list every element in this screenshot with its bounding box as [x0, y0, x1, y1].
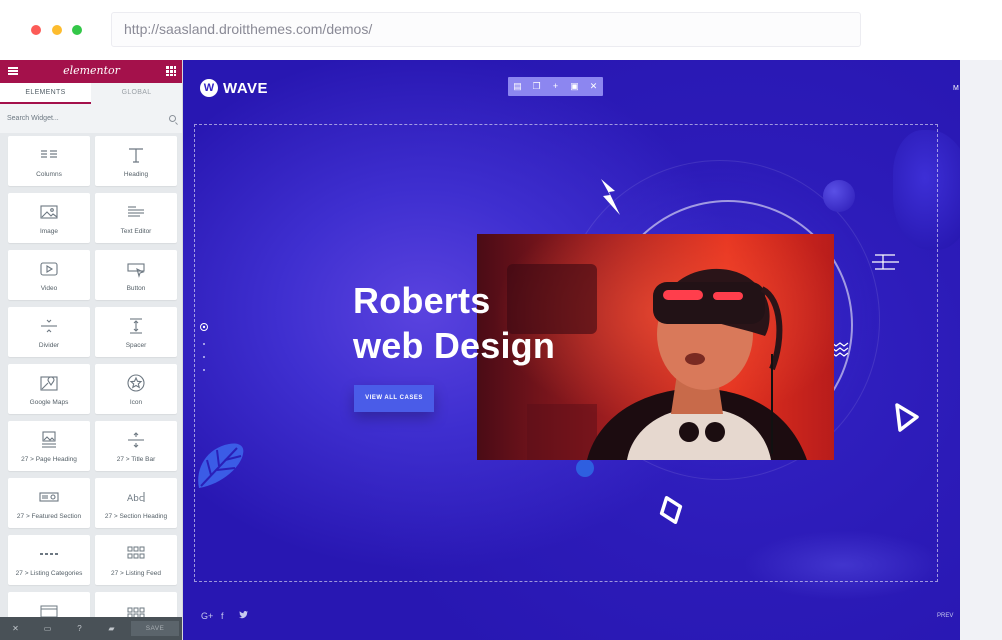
- widget-label: Divider: [38, 342, 60, 349]
- duplicate-icon[interactable]: ❐: [527, 77, 546, 96]
- divider-icon: [41, 319, 57, 333]
- widget-listing-categories[interactable]: 27 > Listing Categories: [8, 535, 90, 585]
- close-icon[interactable]: ✕: [584, 77, 603, 96]
- search-icon: [169, 115, 176, 122]
- prev-link[interactable]: PREV: [937, 613, 953, 619]
- widget-heading[interactable]: Heading: [95, 136, 177, 186]
- page-heading-icon: [42, 431, 56, 448]
- columns-icon: [41, 150, 57, 158]
- widget-label: Video: [40, 285, 58, 292]
- widget-label: Google Maps: [29, 399, 69, 406]
- save-button[interactable]: SAVE: [131, 621, 179, 636]
- section-heading-icon: Abc: [127, 492, 145, 504]
- widget-label: Text Editor: [120, 228, 152, 235]
- widget-page-heading[interactable]: 27 > Page Heading: [8, 421, 90, 471]
- widget-label: 27 > Page Heading: [21, 456, 77, 463]
- close-icon[interactable]: ✕: [11, 624, 20, 633]
- hero-headline: Roberts web Design: [353, 278, 555, 368]
- listing-feed-icon: [127, 546, 145, 559]
- widget-divider[interactable]: Divider: [8, 307, 90, 357]
- spacer-icon: [130, 318, 142, 334]
- heading-icon: [129, 148, 143, 163]
- widget-label: 27 > Title Bar: [116, 456, 156, 463]
- grid-icon[interactable]: [166, 66, 176, 76]
- widget-spacer[interactable]: Spacer: [95, 307, 177, 357]
- widget-label: 27 > Featured Section: [16, 513, 82, 520]
- widget-button[interactable]: Button: [95, 250, 177, 300]
- responsive-icon[interactable]: ▭: [43, 624, 52, 633]
- panel-header: elementor: [0, 60, 182, 83]
- structure-icon[interactable]: ▤: [508, 77, 527, 96]
- widget-video[interactable]: Video: [8, 250, 90, 300]
- panel-tabs: ELEMENTS GLOBAL: [0, 83, 182, 104]
- star-icon: [127, 374, 145, 392]
- hero-headline-line2: web Design: [353, 325, 556, 366]
- widget-label: Image: [39, 228, 59, 235]
- widget-icon[interactable]: Icon: [95, 364, 177, 414]
- google-plus-icon[interactable]: G+: [201, 611, 213, 621]
- browser-window: http://saasland.droitthemes.com/demos/ e…: [0, 0, 1002, 640]
- site-logo-mark[interactable]: W: [200, 79, 218, 97]
- widget-label: Heading: [123, 171, 149, 178]
- save-icon[interactable]: ▣: [565, 77, 584, 96]
- add-icon[interactable]: +: [546, 77, 565, 96]
- widget-listing-feed[interactable]: 27 > Listing Feed: [95, 535, 177, 585]
- close-window-dot[interactable]: [31, 25, 41, 35]
- widget-label: 27 > Section Heading: [104, 513, 168, 520]
- widget-label: Icon: [129, 399, 143, 406]
- title-bar-icon: [128, 432, 144, 448]
- widget-featured-section[interactable]: 27 > Featured Section: [8, 478, 90, 528]
- section-toolbar: ▤ ❐ + ▣ ✕: [508, 77, 603, 96]
- site-logo-text[interactable]: WAVE: [223, 80, 268, 97]
- view-all-cases-button[interactable]: VIEW ALL CASES: [354, 385, 434, 412]
- search-input[interactable]: Search Widget...: [7, 115, 59, 122]
- widget-label: 27 > Listing Categories: [15, 570, 83, 577]
- widget-google-maps[interactable]: Google Maps: [8, 364, 90, 414]
- video-icon: [40, 262, 58, 276]
- button-icon: [127, 263, 145, 278]
- facebook-icon[interactable]: f: [221, 611, 224, 621]
- map-icon: [40, 376, 58, 391]
- address-bar[interactable]: http://saasland.droitthemes.com/demos/: [111, 12, 861, 47]
- widget-label: 27 > Listing Feed: [110, 570, 162, 577]
- folder-icon[interactable]: ▰: [107, 624, 116, 633]
- widget-text-editor[interactable]: Text Editor: [95, 193, 177, 243]
- widget-section-heading[interactable]: Abc 27 > Section Heading: [95, 478, 177, 528]
- elementor-logo: elementor: [63, 64, 120, 77]
- widget-search[interactable]: Search Widget...: [0, 104, 182, 133]
- panel-footer: ✕ ▭ ? ▰ SAVE: [0, 617, 182, 640]
- featured-section-icon: [39, 492, 59, 502]
- widget-label: Spacer: [125, 342, 147, 349]
- elementor-panel: elementor ELEMENTS GLOBAL Search Widget.…: [0, 60, 183, 640]
- page-canvas: ▤ ❐ + ▣ ✕ W WAVE M Roberts web Design VI…: [183, 60, 960, 640]
- minimize-window-dot[interactable]: [52, 25, 62, 35]
- svg-text:Abc: Abc: [127, 494, 144, 504]
- listing-categories-icon: [40, 553, 58, 555]
- help-icon[interactable]: ?: [75, 624, 84, 633]
- text-editor-icon: [128, 206, 144, 217]
- tab-global[interactable]: GLOBAL: [91, 83, 182, 104]
- hero-headline-line1: Roberts: [353, 280, 491, 321]
- widget-title-bar[interactable]: 27 > Title Bar: [95, 421, 177, 471]
- widget-image[interactable]: Image: [8, 193, 90, 243]
- widget-label: Columns: [36, 171, 62, 178]
- widget-label: Button: [126, 285, 146, 292]
- nav-item-partial[interactable]: M: [953, 85, 959, 92]
- tab-elements[interactable]: ELEMENTS: [0, 83, 91, 104]
- maximize-window-dot[interactable]: [72, 25, 82, 35]
- image-icon: [40, 205, 58, 219]
- widget-columns[interactable]: Columns: [8, 136, 90, 186]
- browser-titlebar: http://saasland.droitthemes.com/demos/: [0, 0, 1002, 60]
- scroll-gutter: [960, 60, 1002, 640]
- twitter-icon[interactable]: [239, 611, 248, 621]
